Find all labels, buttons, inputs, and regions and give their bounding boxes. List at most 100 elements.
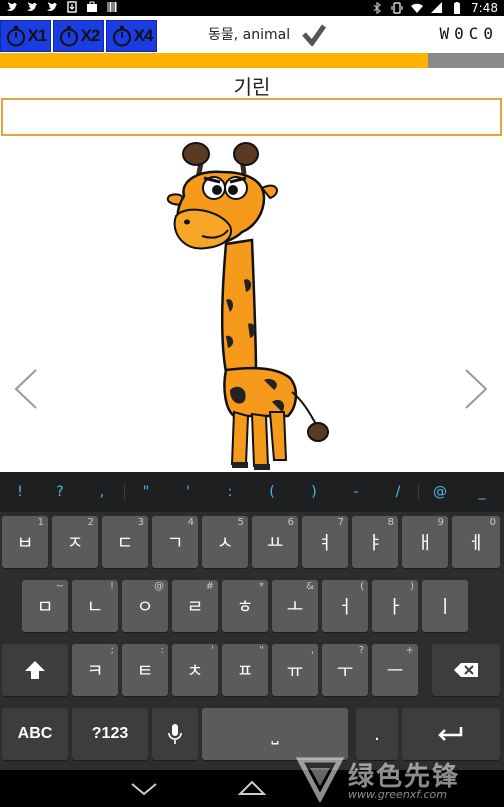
key-e[interactable]: ㅔ0	[452, 516, 500, 568]
key-o[interactable]: ㅗ &	[272, 580, 318, 632]
key-k[interactable]: ㅋ;	[72, 644, 118, 696]
shift-key[interactable]	[2, 644, 68, 696]
key-hint: ~	[55, 581, 64, 592]
backspace-icon	[454, 663, 478, 677]
timer-x1-button[interactable]: X1	[0, 20, 51, 52]
twitter-icon	[7, 2, 17, 11]
symbol-key[interactable]: /	[378, 472, 418, 512]
status-time: 7:48	[471, 1, 498, 15]
timer-x2-label: X2	[80, 26, 101, 45]
key-hint: #	[205, 581, 214, 592]
stopwatch-icon	[6, 26, 25, 47]
key-label: ㅋ	[86, 661, 104, 682]
key-hint: :	[160, 645, 164, 656]
key-label: ㅛ	[266, 533, 284, 554]
key-label: ㅠ	[286, 661, 304, 682]
key-label: ㅇ	[136, 597, 154, 618]
checkmark-icon[interactable]	[302, 24, 326, 46]
mic-key[interactable]	[152, 708, 198, 760]
key-ng[interactable]: ㅇ @	[122, 580, 168, 632]
key-eu[interactable]: ㅡ +	[372, 644, 418, 696]
symbol-suggestion-strip: ! ? , " ' : ( ) - / @ _	[0, 472, 504, 512]
key-label: ㅣ	[436, 597, 454, 618]
key-hint: +	[405, 645, 414, 656]
backspace-key[interactable]	[432, 644, 500, 696]
key-eo[interactable]: ㅓ(	[322, 580, 368, 632]
key-j[interactable]: ㅈ2	[52, 516, 98, 568]
key-ch[interactable]: ㅊ '	[172, 644, 218, 696]
symbol-key[interactable]: (	[252, 472, 292, 512]
key-m[interactable]: ㅁ ~	[22, 580, 68, 632]
soft-keyboard: ! ? , " ' : ( ) - / @ _ ㅂ1 ㅈ2 ㄷ3 ㄱ4 ㅅ5 ㅛ…	[0, 472, 504, 770]
key-label: ㅐ	[416, 533, 434, 554]
twitter-icon	[47, 2, 57, 11]
next-arrow-icon[interactable]	[462, 368, 490, 410]
bluetooth-icon	[373, 2, 381, 14]
symbol-key[interactable]: _	[462, 472, 502, 512]
progress-fill	[0, 53, 429, 68]
key-hint: '	[211, 645, 214, 656]
key-ya[interactable]: ㅑ8	[352, 516, 398, 568]
abc-key[interactable]: ABC	[2, 708, 68, 760]
symbols-key[interactable]: ?123	[72, 708, 148, 760]
symbol-key[interactable]: @	[420, 472, 460, 512]
key-i[interactable]: ㅣ	[422, 580, 468, 632]
symbol-key[interactable]: ,	[82, 472, 122, 512]
back-chevron-icon[interactable]	[130, 782, 158, 796]
category-label: 동물, animal	[208, 27, 291, 43]
watermark: 绿色先锋 www.greenxf.com	[296, 752, 502, 804]
symbol-key[interactable]: !	[0, 472, 40, 512]
key-label: ㅊ	[186, 661, 204, 682]
timer-x2-button[interactable]: X2	[53, 20, 104, 52]
key-hint: 7	[337, 517, 344, 528]
key-h[interactable]: ㅎ *	[222, 580, 268, 632]
divider	[418, 484, 419, 500]
key-label: ㅁ	[36, 597, 54, 618]
symbol-key[interactable]: "	[126, 472, 166, 512]
key-hint: ;	[110, 645, 114, 656]
key-s[interactable]: ㅅ5	[202, 516, 248, 568]
key-yu[interactable]: ㅠ,	[272, 644, 318, 696]
symbol-key[interactable]: :	[210, 472, 250, 512]
key-n[interactable]: ㄴ!	[72, 580, 118, 632]
key-u[interactable]: ㅜ?	[322, 644, 368, 696]
key-g[interactable]: ㄱ4	[152, 516, 198, 568]
symbol-key[interactable]: '	[168, 472, 208, 512]
status-bar: 7:48	[0, 0, 504, 16]
symbol-key[interactable]: ?	[40, 472, 80, 512]
key-t[interactable]: ㅌ:	[122, 644, 168, 696]
symbol-key[interactable]: )	[294, 472, 334, 512]
symbol-key[interactable]: -	[336, 472, 376, 512]
key-hint: @	[154, 581, 164, 592]
key-r[interactable]: ㄹ #	[172, 580, 218, 632]
home-icon[interactable]	[236, 780, 268, 796]
answer-input[interactable]	[1, 98, 502, 136]
key-yeo[interactable]: ㅕ7	[302, 516, 348, 568]
key-label: ㅏ	[386, 597, 404, 618]
key-d[interactable]: ㄷ3	[102, 516, 148, 568]
key-ae[interactable]: ㅐ9	[402, 516, 448, 568]
key-label: ㅜ	[336, 661, 354, 682]
key-hint: 3	[137, 517, 144, 528]
period-label: .	[374, 723, 380, 745]
key-hint: 4	[187, 517, 194, 528]
signal-icon	[431, 2, 443, 13]
divider	[124, 484, 125, 500]
key-yo[interactable]: ㅛ6	[252, 516, 298, 568]
key-p[interactable]: ㅍ "	[222, 644, 268, 696]
key-hint: ?	[358, 645, 364, 656]
key-hint: )	[410, 581, 414, 592]
prev-arrow-icon[interactable]	[12, 368, 40, 410]
twitter-icon	[27, 2, 37, 11]
key-a[interactable]: ㅏ)	[372, 580, 418, 632]
key-label: ㄱ	[166, 533, 184, 554]
key-b[interactable]: ㅂ1	[2, 516, 48, 568]
timer-x4-button[interactable]: X4	[106, 20, 157, 52]
microphone-icon	[168, 724, 182, 744]
key-label: ㅡ	[386, 661, 404, 682]
stopwatch-icon	[59, 26, 78, 47]
key-label: ㅌ	[136, 661, 154, 682]
key-hint: 6	[287, 517, 294, 528]
key-hint: *	[259, 581, 264, 592]
timer-x4-label: X4	[133, 26, 154, 45]
